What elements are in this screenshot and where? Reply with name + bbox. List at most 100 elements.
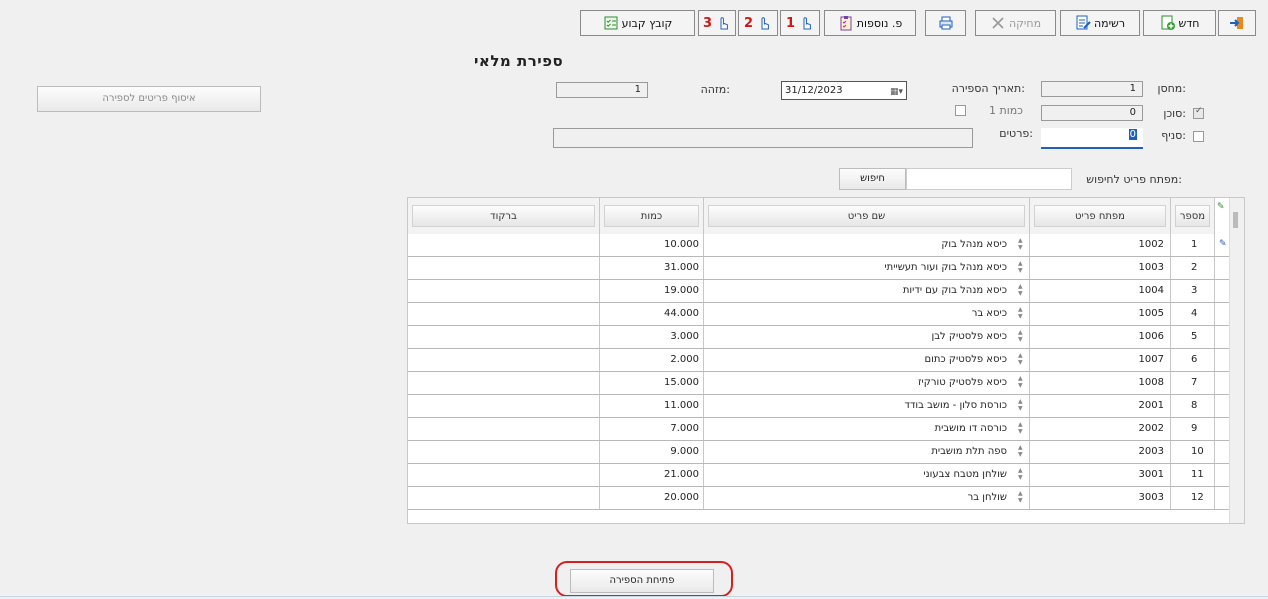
cell-item-key[interactable]: 1008 — [1030, 372, 1171, 394]
cell-quantity[interactable]: 2.000 — [600, 349, 704, 371]
table-row[interactable]: 3 1004 כיסא מנהל בוק עם ידיות ▲ ▼ 19.000 — [408, 280, 1244, 303]
cell-number[interactable]: 5 — [1171, 326, 1215, 348]
cell-number[interactable]: 7 — [1171, 372, 1215, 394]
cell-quantity[interactable]: 9.000 — [600, 441, 704, 463]
spinner-arrows-icon[interactable]: ▲ ▼ — [1018, 283, 1023, 297]
table-row[interactable]: 4 1005 כיסא בר ▲ ▼ 44.000 — [408, 303, 1244, 326]
cell-quantity[interactable]: 20.000 — [600, 487, 704, 509]
cell-barcode[interactable] — [408, 303, 600, 325]
cell-item-name[interactable]: ספה תלת מושבית — [704, 441, 1030, 463]
cell-barcode[interactable] — [408, 349, 600, 371]
cell-item-name[interactable]: שולחן מטבח צבעוני — [704, 464, 1030, 486]
cell-item-name[interactable]: כורסת סלון - מושב בודד — [704, 395, 1030, 417]
grid-edit-icon[interactable]: ✎ — [1217, 202, 1227, 212]
cell-item-key[interactable]: 1003 — [1030, 257, 1171, 279]
cell-item-name[interactable]: כיסא מנהל בוק עם ידיות — [704, 280, 1030, 302]
cell-item-key[interactable]: 1002 — [1030, 234, 1171, 256]
cell-barcode[interactable] — [408, 257, 600, 279]
search-button[interactable]: חיפוש — [839, 168, 906, 190]
cell-quantity[interactable]: 15.000 — [600, 372, 704, 394]
fixed-file-button[interactable]: קובץ קבוע — [580, 10, 695, 36]
spinner-arrows-icon[interactable]: ▲ ▼ — [1018, 398, 1023, 412]
cell-item-key[interactable]: 1004 — [1030, 280, 1171, 302]
cell-item-key[interactable]: 3003 — [1030, 487, 1171, 509]
cell-item-key[interactable]: 2002 — [1030, 418, 1171, 440]
cell-number[interactable]: 1 — [1171, 234, 1215, 256]
hand-2-button[interactable]: 2 — [738, 10, 778, 36]
id-field[interactable]: 1 — [556, 82, 648, 98]
new-button[interactable]: חדש — [1143, 10, 1216, 36]
cell-item-name[interactable]: כיסא בר — [704, 303, 1030, 325]
search-input[interactable] — [906, 168, 1072, 190]
count-date-field[interactable]: 31/12/2023 ▦▾ — [781, 81, 907, 100]
cell-quantity[interactable]: 7.000 — [600, 418, 704, 440]
spinner-arrows-icon[interactable]: ▲ ▼ — [1018, 260, 1023, 274]
table-row[interactable]: 8 2001 כורסת סלון - מושב בודד ▲ ▼ 11.000 — [408, 395, 1244, 418]
cell-quantity[interactable]: 31.000 — [600, 257, 704, 279]
cell-item-key[interactable]: 3001 — [1030, 464, 1171, 486]
cell-item-name[interactable]: כיסא מנהל בוק — [704, 234, 1030, 256]
spinner-arrows-icon[interactable]: ▲ ▼ — [1018, 237, 1023, 251]
cell-quantity[interactable]: 3.000 — [600, 326, 704, 348]
cell-item-name[interactable]: כיסא פלסטיק טורקיז — [704, 372, 1030, 394]
table-row[interactable]: 5 1006 כיסא פלסטיק לבן ▲ ▼ 3.000 — [408, 326, 1244, 349]
cell-item-name[interactable]: כיסא פלסטיק כתום — [704, 349, 1030, 371]
cell-number[interactable]: 12 — [1171, 487, 1215, 509]
cell-quantity[interactable]: 44.000 — [600, 303, 704, 325]
calendar-dropdown-icon[interactable]: ▦▾ — [890, 84, 903, 101]
cell-barcode[interactable] — [408, 234, 600, 256]
cell-barcode[interactable] — [408, 418, 600, 440]
branch-checkbox[interactable] — [1193, 131, 1204, 142]
cell-item-key[interactable]: 2001 — [1030, 395, 1171, 417]
table-row[interactable]: 6 1007 כיסא פלסטיק כתום ▲ ▼ 2.000 — [408, 349, 1244, 372]
cell-quantity[interactable]: 10.000 — [600, 234, 704, 256]
cell-item-name[interactable]: שולחן בר — [704, 487, 1030, 509]
spinner-arrows-icon[interactable]: ▲ ▼ — [1018, 490, 1023, 504]
spinner-arrows-icon[interactable]: ▲ ▼ — [1018, 467, 1023, 481]
cell-number[interactable]: 3 — [1171, 280, 1215, 302]
spinner-arrows-icon[interactable]: ▲ ▼ — [1018, 306, 1023, 320]
spinner-arrows-icon[interactable]: ▲ ▼ — [1018, 444, 1023, 458]
cell-quantity[interactable]: 19.000 — [600, 280, 704, 302]
column-header-item-key[interactable]: מפתח פריט — [1030, 198, 1171, 234]
items-grid[interactable]: מספר מפתח פריט שם פריט כמות ברקוד ✎ 1 100… — [407, 197, 1245, 524]
table-row[interactable]: 12 3003 שולחן בר ▲ ▼ 20.000 — [408, 487, 1244, 510]
hand-1-button[interactable]: 1 — [780, 10, 820, 36]
cell-barcode[interactable] — [408, 464, 600, 486]
cell-number[interactable]: 2 — [1171, 257, 1215, 279]
cell-quantity[interactable]: 21.000 — [600, 464, 704, 486]
details-field[interactable] — [553, 128, 973, 148]
cell-item-key[interactable]: 1005 — [1030, 303, 1171, 325]
cell-quantity[interactable]: 11.000 — [600, 395, 704, 417]
column-header-quantity[interactable]: כמות — [600, 198, 704, 234]
exit-button[interactable] — [1218, 10, 1256, 36]
cell-item-key[interactable]: 1006 — [1030, 326, 1171, 348]
column-header-number[interactable]: מספר — [1171, 198, 1215, 234]
delete-button[interactable]: מחיקה — [975, 10, 1056, 36]
list-button[interactable]: רשימה — [1060, 10, 1140, 36]
cell-number[interactable]: 11 — [1171, 464, 1215, 486]
cell-barcode[interactable] — [408, 441, 600, 463]
table-row[interactable]: 10 2003 ספה תלת מושבית ▲ ▼ 9.000 — [408, 441, 1244, 464]
hand-3-button[interactable]: 3 — [698, 10, 736, 36]
agent-field[interactable]: 0 — [1041, 105, 1143, 121]
cell-number[interactable]: 4 — [1171, 303, 1215, 325]
spinner-arrows-icon[interactable]: ▲ ▼ — [1018, 375, 1023, 389]
cell-barcode[interactable] — [408, 280, 600, 302]
cell-barcode[interactable] — [408, 372, 600, 394]
cell-barcode[interactable] — [408, 487, 600, 509]
cell-barcode[interactable] — [408, 395, 600, 417]
cell-item-name[interactable]: כיסא מנהל בוק ועור תעשייתי — [704, 257, 1030, 279]
branch-field[interactable]: 0 — [1041, 128, 1143, 149]
warehouse-field[interactable]: 1 — [1041, 81, 1143, 97]
spinner-arrows-icon[interactable]: ▲ ▼ — [1018, 329, 1023, 343]
cell-item-name[interactable]: כיסא פלסטיק לבן — [704, 326, 1030, 348]
column-header-barcode[interactable]: ברקוד — [408, 198, 600, 234]
qty1-checkbox[interactable] — [955, 105, 966, 116]
cell-number[interactable]: 8 — [1171, 395, 1215, 417]
table-row[interactable]: 9 2002 כורסה דו מושבית ▲ ▼ 7.000 — [408, 418, 1244, 441]
extra-fields-button[interactable]: פ. נוספות — [824, 10, 916, 36]
column-header-item-name[interactable]: שם פריט — [704, 198, 1030, 234]
cell-item-key[interactable]: 1007 — [1030, 349, 1171, 371]
spinner-arrows-icon[interactable]: ▲ ▼ — [1018, 421, 1023, 435]
